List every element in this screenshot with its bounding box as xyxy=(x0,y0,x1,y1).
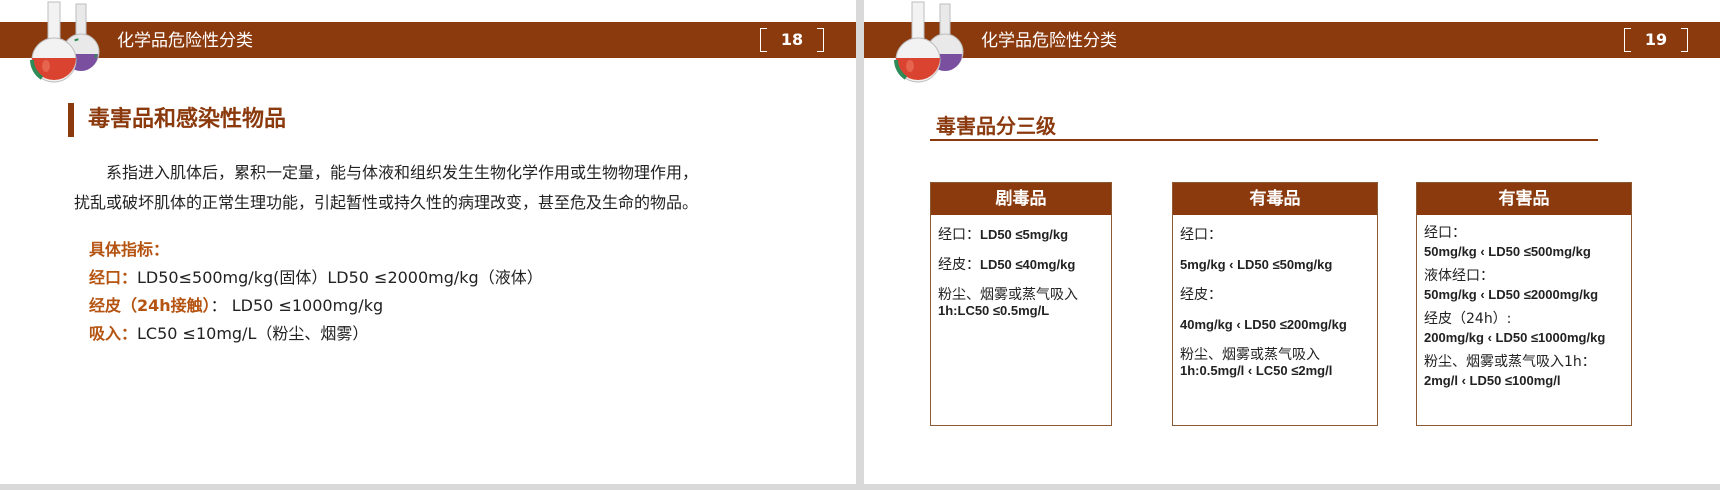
card-body: 经口：LD50 ≤5mg/kg 经皮：LD50 ≤40mg/kg 粉尘、烟雾或蒸… xyxy=(931,215,1111,319)
header-title: 化学品危险性分类 xyxy=(117,31,253,51)
page-number: 18 xyxy=(760,26,824,54)
card-title: 有毒品 xyxy=(1173,183,1377,215)
header-title: 化学品危险性分类 xyxy=(981,31,1117,51)
heading-divider xyxy=(930,139,1598,141)
paragraph-line: 扰乱或破坏肌体的正常生理功能，引起暂性或持久性的病理改变，甚至危及生命的物品。 xyxy=(74,193,699,212)
card-value: 200mg/kg ‹ LD50 ≤1000mg/kg xyxy=(1424,330,1606,345)
card-value: 5mg/kg ‹ LD50 ≤50mg/kg xyxy=(1180,257,1333,272)
card-value: 40mg/kg ‹ LD50 ≤200mg/kg xyxy=(1180,317,1347,332)
chemistry-flask-icon xyxy=(30,1,100,83)
toxicity-card-highly-toxic: 剧毒品 经口：LD50 ≤5mg/kg 经皮：LD50 ≤40mg/kg 粉尘、… xyxy=(930,182,1112,426)
card-label: 经皮： xyxy=(1180,287,1222,303)
section-heading: 毒害品和感染性物品 xyxy=(68,103,286,137)
card-title: 剧毒品 xyxy=(931,183,1111,215)
spec-title: 具体指标： xyxy=(89,240,170,259)
spec-key: 经口： xyxy=(89,268,138,287)
spec-key: 经皮（24h接触） xyxy=(89,296,211,315)
card-label: 经皮（24h）: xyxy=(1424,311,1512,327)
spec-item: 吸入：LC50 ≤10mg/L（粉尘、烟雾） xyxy=(89,320,543,348)
card-line: 经口：LD50 ≤5mg/kg xyxy=(938,227,1104,243)
spec-key: 吸入： xyxy=(89,324,138,343)
card-body: 经口： 5mg/kg ‹ LD50 ≤50mg/kg 经皮： 40mg/kg ‹… xyxy=(1173,215,1377,379)
chemistry-flask-icon xyxy=(894,1,964,83)
card-value: 1h:0.5mg/l ‹ LC50 ≤2mg/l xyxy=(1180,363,1333,378)
section-heading: 毒害品分三级 xyxy=(936,114,1056,138)
card-line: 经皮：LD50 ≤40mg/kg xyxy=(938,257,1104,273)
card-label: 经口： xyxy=(1424,225,1466,241)
slide-18: 化学品危险性分类 18 毒害品和感染性物品 系指进入肌体后，累积一定量，能与体液… xyxy=(0,0,856,484)
card-label: 液体经口： xyxy=(1424,268,1494,284)
card-value: LD50 ≤40mg/kg xyxy=(980,257,1076,272)
toxicity-card-toxic: 有毒品 经口： 5mg/kg ‹ LD50 ≤50mg/kg 经皮： 40mg/… xyxy=(1172,182,1378,426)
paragraph-line: 系指进入肌体后，累积一定量，能与体液和组织发生生物化学作用或生物物理作用， xyxy=(106,163,699,182)
card-label: 经口： xyxy=(938,227,980,243)
card-value: 50mg/kg ‹ LD50 ≤500mg/kg xyxy=(1424,244,1591,259)
card-value: 2mg/l ‹ LD50 ≤100mg/l xyxy=(1424,373,1561,388)
spec-list: 具体指标： 经口：LD50≤500mg/kg(固体）LD50 ≤2000mg/k… xyxy=(89,236,543,348)
spec-value: LC50 ≤10mg/L（粉尘、烟雾） xyxy=(137,324,369,343)
spec-item: 经皮（24h接触）： LD50 ≤1000mg/kg xyxy=(89,292,543,320)
spec-value: LD50≤500mg/kg(固体）LD50 ≤2000mg/kg（液体） xyxy=(137,268,543,287)
card-body: 经口： 50mg/kg ‹ LD50 ≤500mg/kg 液体经口： 50mg/… xyxy=(1417,215,1631,389)
description-paragraph: 系指进入肌体后，累积一定量，能与体液和组织发生生物化学作用或生物物理作用， 扰乱… xyxy=(74,158,794,218)
card-value: 50mg/kg ‹ LD50 ≤2000mg/kg xyxy=(1424,287,1599,302)
toxicity-card-harmful: 有害品 经口： 50mg/kg ‹ LD50 ≤500mg/kg 液体经口： 5… xyxy=(1416,182,1632,426)
card-label: 粉尘、烟雾或蒸气吸入 xyxy=(1180,347,1320,363)
card-value: LD50 ≤5mg/kg xyxy=(980,227,1069,242)
card-label: 经皮： xyxy=(938,257,980,273)
spec-item: 经口：LD50≤500mg/kg(固体）LD50 ≤2000mg/kg（液体） xyxy=(89,264,543,292)
card-label: 粉尘、烟雾或蒸气吸入 xyxy=(938,287,1078,303)
card-label: 粉尘、烟雾或蒸气吸入1h： xyxy=(1424,354,1596,370)
card-label: 经口： xyxy=(1180,227,1222,243)
card-value: 1h:LC50 ≤0.5mg/L xyxy=(938,303,1050,318)
spec-value: ： LD50 ≤1000mg/kg xyxy=(210,296,384,315)
card-title: 有害品 xyxy=(1417,183,1631,215)
slide-19: 化学品危险性分类 19 毒害品分三级 剧毒品 经口：LD50 ≤5mg/kg 经… xyxy=(864,0,1720,484)
page-number: 19 xyxy=(1624,26,1688,54)
